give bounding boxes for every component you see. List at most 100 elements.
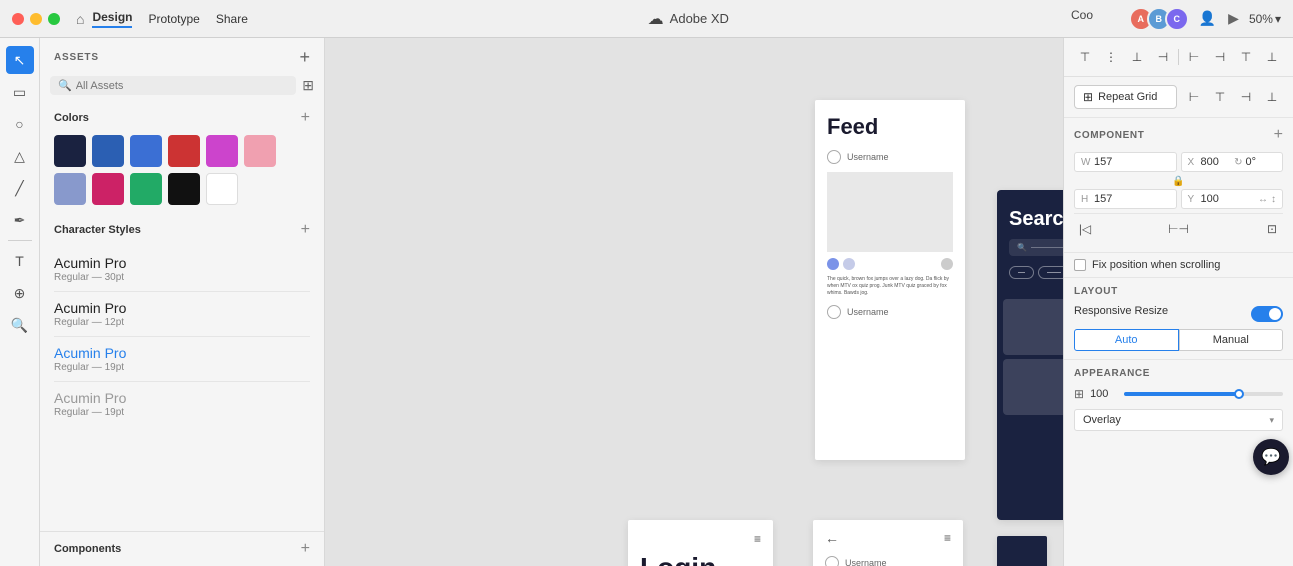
- toolbar-divider: [1178, 49, 1179, 65]
- username-text: Username: [845, 558, 887, 566]
- component-add-button[interactable]: +: [1274, 126, 1283, 144]
- char-style-item[interactable]: Acumin Pro Regular — 12pt: [54, 292, 310, 337]
- pen-tool[interactable]: ✒: [6, 206, 34, 234]
- stack-v-icon[interactable]: ⊤: [1209, 86, 1231, 108]
- play-icon[interactable]: ▶: [1226, 8, 1241, 29]
- responsive-toggle[interactable]: [1251, 306, 1283, 322]
- left-sidebar: ASSETS + 🔍 ⊞ Colors +: [40, 38, 325, 566]
- rectangle-tool[interactable]: ▭: [6, 78, 34, 106]
- sidebar-add-button[interactable]: +: [299, 48, 310, 66]
- width-field[interactable]: W 157: [1074, 152, 1177, 172]
- titlebar-center: ☁ Adobe XD Coo: [248, 9, 1129, 29]
- color-swatch[interactable]: [168, 135, 200, 167]
- stack-h-icon[interactable]: ⊢: [1183, 86, 1205, 108]
- components-add-button[interactable]: +: [301, 540, 310, 558]
- zoom-control[interactable]: 50% ▾: [1249, 12, 1281, 26]
- opacity-icon: ⊞: [1074, 387, 1084, 401]
- color-swatch[interactable]: [206, 135, 238, 167]
- char-style-name: Acumin Pro: [54, 345, 310, 361]
- component-tool[interactable]: ⊕: [6, 279, 34, 307]
- text-tool[interactable]: T: [6, 247, 34, 275]
- color-swatch[interactable]: [92, 173, 124, 205]
- stack-icon[interactable]: ⊣: [1235, 86, 1257, 108]
- back-icon[interactable]: ←: [825, 530, 839, 546]
- manual-button[interactable]: Manual: [1179, 329, 1284, 351]
- color-swatch[interactable]: [130, 135, 162, 167]
- distribute-right-icon[interactable]: ⊤: [1235, 46, 1257, 68]
- repeat-grid-button[interactable]: ⊞ Repeat Grid: [1074, 85, 1177, 109]
- align-tools: ⊤ ⋮ ⊥ ⊣: [1074, 46, 1174, 68]
- minimize-button[interactable]: [30, 13, 42, 25]
- flip-v-icon: ↕: [1271, 194, 1276, 205]
- ellipse-tool[interactable]: ○: [6, 110, 34, 138]
- search-box[interactable]: 🔍: [50, 76, 296, 95]
- select-tool[interactable]: ↖: [6, 46, 34, 74]
- color-swatch[interactable]: [130, 173, 162, 205]
- color-swatch[interactable]: [244, 135, 276, 167]
- color-swatch[interactable]: [54, 135, 86, 167]
- search-tool[interactable]: 🔍: [6, 311, 34, 339]
- char-style-name: Acumin Pro: [54, 390, 310, 406]
- x-field[interactable]: X 800 ↻ 0°: [1181, 152, 1284, 172]
- y-field[interactable]: Y 100 ↔ ↕: [1181, 189, 1284, 209]
- auto-button[interactable]: Auto: [1074, 329, 1179, 351]
- sidebar-header: ASSETS +: [40, 38, 324, 72]
- stack-tools: ⊢ ⊤ ⊣ ⊥: [1183, 86, 1283, 108]
- maximize-button[interactable]: [48, 13, 60, 25]
- nav-prototype[interactable]: Prototype: [148, 12, 199, 26]
- rotate-value: 0°: [1245, 156, 1276, 168]
- person-icon[interactable]: 👤: [1197, 8, 1218, 29]
- chat-bubble[interactable]: 💬: [1253, 439, 1289, 475]
- char-style-meta: Regular — 12pt: [54, 317, 310, 328]
- rp-toolbar: ⊤ ⋮ ⊥ ⊣ ⊢ ⊣ ⊤ ⊥: [1064, 38, 1293, 77]
- align-center-h-icon[interactable]: ⊢⊣: [1168, 218, 1190, 240]
- search-input[interactable]: [76, 80, 289, 92]
- colors-add-button[interactable]: +: [301, 109, 310, 127]
- color-swatch[interactable]: [54, 173, 86, 205]
- char-style-item[interactable]: Acumin Pro Regular — 19pt: [54, 337, 310, 382]
- artboard-login: ≡ Login: [628, 520, 773, 566]
- fix-position-row: Fix position when scrolling: [1064, 253, 1293, 278]
- feed-title: Feed: [827, 114, 953, 140]
- unstack-icon[interactable]: ⊥: [1261, 86, 1283, 108]
- height-field[interactable]: H 157: [1074, 189, 1177, 209]
- distribute-tools: ⊢ ⊣ ⊤ ⊥: [1183, 46, 1283, 68]
- grid-view-icon[interactable]: ⊞: [302, 77, 314, 94]
- distribute-left-icon[interactable]: ⊢: [1183, 46, 1205, 68]
- overlay-row: Overlay ▾: [1074, 409, 1283, 431]
- char-style-item[interactable]: Acumin Pro Regular — 30pt: [54, 247, 310, 292]
- nav-design[interactable]: Design: [92, 10, 132, 28]
- align-top-icon[interactable]: ⊤: [1074, 46, 1096, 68]
- colors-grid: [40, 131, 324, 215]
- home-icon[interactable]: ⌂: [76, 11, 84, 27]
- color-swatch[interactable]: [206, 173, 238, 205]
- blend-mode-select[interactable]: Overlay ▾: [1074, 409, 1283, 431]
- fix-position-checkbox[interactable]: [1074, 259, 1086, 271]
- align-bottom-icon[interactable]: ⊥: [1126, 46, 1148, 68]
- artboard-small: ← ≡ Username: [813, 520, 963, 566]
- lock-icon[interactable]: 🔒: [1172, 176, 1184, 187]
- align-middle-icon[interactable]: ⋮: [1100, 46, 1122, 68]
- search-bar-icon: 🔍: [1017, 243, 1027, 252]
- color-swatch[interactable]: [92, 135, 124, 167]
- align-left-icon[interactable]: |◁: [1074, 218, 1096, 240]
- align-right-icon[interactable]: ⊣: [1152, 46, 1174, 68]
- colors-section-header: Colors +: [40, 103, 324, 131]
- line-tool[interactable]: ╱: [6, 174, 34, 202]
- mask-icon[interactable]: ⊡: [1261, 218, 1283, 240]
- close-button[interactable]: [12, 13, 24, 25]
- nav-share[interactable]: Share: [216, 12, 248, 26]
- canvas-area[interactable]: Feed Username The quick, brown fox jumps…: [325, 38, 1063, 566]
- char-styles-add-button[interactable]: +: [301, 221, 310, 239]
- menu-icon[interactable]: ≡: [944, 531, 951, 545]
- titlebar: ⌂ Design Prototype Share ☁ Adobe XD Coo …: [0, 0, 1293, 38]
- triangle-tool[interactable]: △: [6, 142, 34, 170]
- distribute-center-icon[interactable]: ⊣: [1209, 46, 1231, 68]
- char-style-item[interactable]: Acumin Pro Regular — 19pt: [54, 382, 310, 426]
- layout-section: LAYOUT Responsive Resize Auto Manual: [1064, 278, 1293, 360]
- color-swatch[interactable]: [168, 173, 200, 205]
- right-panel: ⊤ ⋮ ⊥ ⊣ ⊢ ⊣ ⊤ ⊥ ⊞ Repeat Grid ⊢: [1063, 38, 1293, 566]
- opacity-value: 100: [1090, 388, 1118, 400]
- distribute-bottom-icon[interactable]: ⊥: [1261, 46, 1283, 68]
- opacity-slider[interactable]: [1124, 392, 1283, 396]
